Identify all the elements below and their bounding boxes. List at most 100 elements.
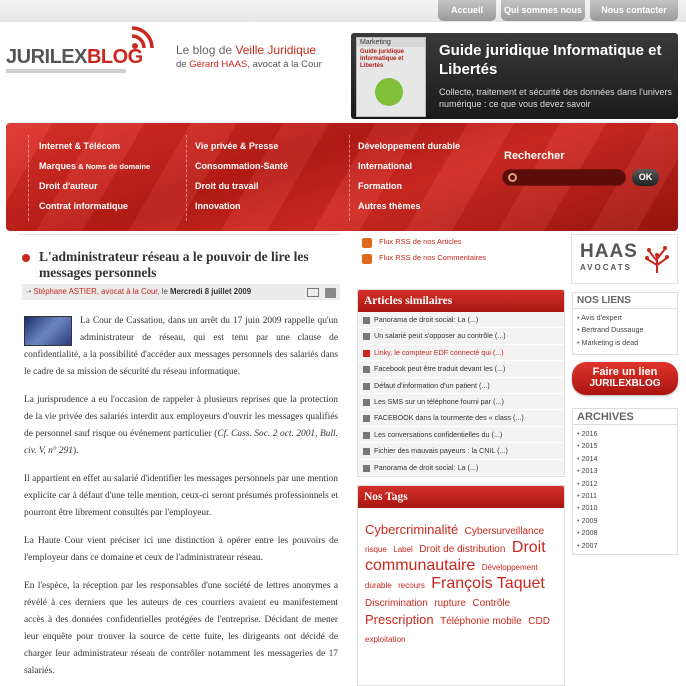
promo-banner[interactable]: Marketing Guide juridique Informatique e… [351,33,678,119]
archive-year-link[interactable]: 2007 [577,540,673,552]
similar-article-item[interactable]: Les SMS sur un téléphone fourni par (...… [358,394,564,411]
tags-box: Nos Tags Cybercriminalité Cybersurveilla… [357,485,565,686]
rss-icon [362,238,372,248]
tag-link[interactable]: recours [398,581,425,590]
menu-contrat-informatique[interactable]: Contrat informatique [39,199,150,219]
article-thumbnail [24,316,72,346]
logo-wordmark: JURILEXBLOG [6,46,143,68]
tree-logo-icon [645,246,669,273]
rss-logo-icon [131,26,154,49]
article-date: Mercredi 8 juillet 2009 [170,287,252,296]
site-author-line: de Gérard HAAS, avocat à la Cour [176,59,322,70]
menu-developpement-durable[interactable]: Développement durable [358,139,460,159]
nav-home-tab[interactable]: Accueil [438,0,496,21]
haas-avocats-logo[interactable]: HAAS AVOCATS [571,234,678,284]
similar-article-item[interactable]: Un salarié peut s'opposer au contrôle (.… [358,328,564,345]
book-cover-graphic [375,78,403,106]
search-ok-button[interactable]: OK [632,169,659,186]
tag-link[interactable]: Discrimination [365,598,428,609]
article-paragraph: La Haute Cour vient préciser ici une dis… [24,536,338,563]
similar-article-item[interactable]: FACEBOOK dans la tourmente des « class (… [358,410,564,427]
similar-articles-title: Articles similaires [358,290,564,312]
menu-autres-themes[interactable]: Autres thèmes [358,199,460,219]
book-cover-title: Guide juridique Informatique et Libertés [360,49,405,69]
link-item[interactable]: Marketing is dead [577,337,673,349]
archive-year-link[interactable]: 2012 [577,478,673,490]
similar-article-item[interactable]: Défaut d'information d'un patient (...) [358,378,564,394]
similar-article-item[interactable]: Linky, le compteur EDF connecté qui (...… [358,345,564,362]
menu-divider [186,135,187,221]
menu-marques[interactable]: Marques & Noms de domaine [39,159,150,179]
similar-article-item[interactable]: Les conversations confidentielles du (..… [358,427,564,444]
similar-article-item[interactable]: Facebook peut être traduit devant les (.… [358,361,564,378]
rss-articles-link[interactable]: Flux RSS de nos Articles [357,234,565,250]
menu-column-1: Internet & Télécom Marques & Noms de dom… [39,139,150,219]
archive-year-link[interactable]: 2015 [577,440,673,452]
haas-logo-name: HAAS [580,241,638,262]
search-field[interactable] [502,169,626,186]
link-to-blog-button[interactable]: Faire un lien JURILEXBLOG [572,362,678,395]
menu-vie-privee[interactable]: Vie privée & Presse [195,139,288,159]
menu-formation[interactable]: Formation [358,179,460,199]
nav-contact-tab[interactable]: Nous contacter [590,0,678,21]
print-icon[interactable] [325,287,336,298]
archive-year-link[interactable]: 2014 [577,453,673,465]
menu-international[interactable]: International [358,159,460,179]
menu-consommation-sante[interactable]: Consommation-Santé [195,159,288,179]
article: L'administrateur réseau a le pouvoir de … [18,234,340,686]
article-paragraph: Il appartient en effet au salarié d'iden… [24,474,338,518]
tag-link[interactable]: rupture [434,598,466,609]
archive-year-link[interactable]: 2009 [577,515,673,527]
rss-icon [362,254,372,264]
haas-logo-sub: AVOCATS [580,263,632,272]
arrow-icon [363,333,370,341]
menu-internet-telecom[interactable]: Internet & Télécom [39,139,150,159]
rss-comments-link[interactable]: Flux RSS de nos Commentaires [357,250,565,266]
article-author-link[interactable]: Stéphane ASTIER, avocat à la Cour [34,287,158,296]
link-item[interactable]: Avis d'expert [577,312,673,324]
site-tagline: Le blog de Veille Juridique [176,43,317,57]
tag-link[interactable]: Contrôle [472,598,510,609]
tag-link[interactable]: CDD [528,616,550,627]
archive-year-link[interactable]: 2013 [577,465,673,477]
article-paragraph: La Cour de Cassation, dans un arrêt du 1… [24,316,338,377]
tag-link[interactable]: François Taquet [431,575,545,592]
links-title: NOS LIENS [573,293,677,309]
archive-year-link[interactable]: 2016 [577,428,673,440]
arrow-icon [363,448,370,456]
email-icon[interactable] [307,288,319,298]
cta-line-1: Faire un lien [592,366,658,378]
arrow-icon [363,415,370,423]
cta-line-2: JURILEXBLOG [589,378,661,389]
menu-innovation[interactable]: Innovation [195,199,288,219]
tag-link[interactable]: Prescription [365,612,434,627]
article-title[interactable]: L'administrateur réseau a le pouvoir de … [22,249,340,281]
search-input[interactable] [521,171,621,184]
menu-droit-travail[interactable]: Droit du travail [195,179,288,199]
similar-article-item[interactable]: Panorama de droit social: La (...) [358,312,564,329]
tag-cloud: Cybercriminalité Cybersurveillance risqu… [358,508,564,648]
tag-link[interactable]: Cybersurveillance [465,526,544,537]
tag-link[interactable]: Téléphonie mobile [440,616,522,627]
site-logo[interactable]: JURILEXBLOG [6,26,166,76]
search-label: Rechercher [504,150,565,162]
tag-link[interactable]: Droit de distribution [419,544,505,555]
tag-link[interactable]: risque [365,545,387,554]
promo-title: Guide juridique Informatique et Libertés [439,42,662,78]
nav-about-tab[interactable]: Qui sommes nous ? [501,0,585,35]
similar-articles-box: Articles similaires Panorama de droit so… [357,289,565,477]
promo-subtitle: Collecte, traitement et sécurité des don… [439,87,672,109]
tag-link[interactable]: Cybercriminalité [365,522,458,537]
archive-year-link[interactable]: 2011 [577,490,673,502]
tag-link[interactable]: Label [393,545,413,554]
link-item[interactable]: Bertrand Dussauge [577,324,673,336]
tags-title: Nos Tags [358,486,564,508]
article-body: La Cour de Cassation, dans un arrêt du 1… [24,313,338,686]
similar-article-item[interactable]: Fichier des mauvais payeurs : la CNIL (.… [358,443,564,460]
archives-title: ARCHIVES [573,409,677,425]
similar-article-item[interactable]: Panorama de droit social: La (...) [358,460,564,476]
menu-droit-auteur[interactable]: Droit d'auteur [39,179,150,199]
tag-link[interactable]: exploitation [365,635,405,644]
archive-year-link[interactable]: 2008 [577,527,673,539]
archive-year-link[interactable]: 2010 [577,502,673,514]
